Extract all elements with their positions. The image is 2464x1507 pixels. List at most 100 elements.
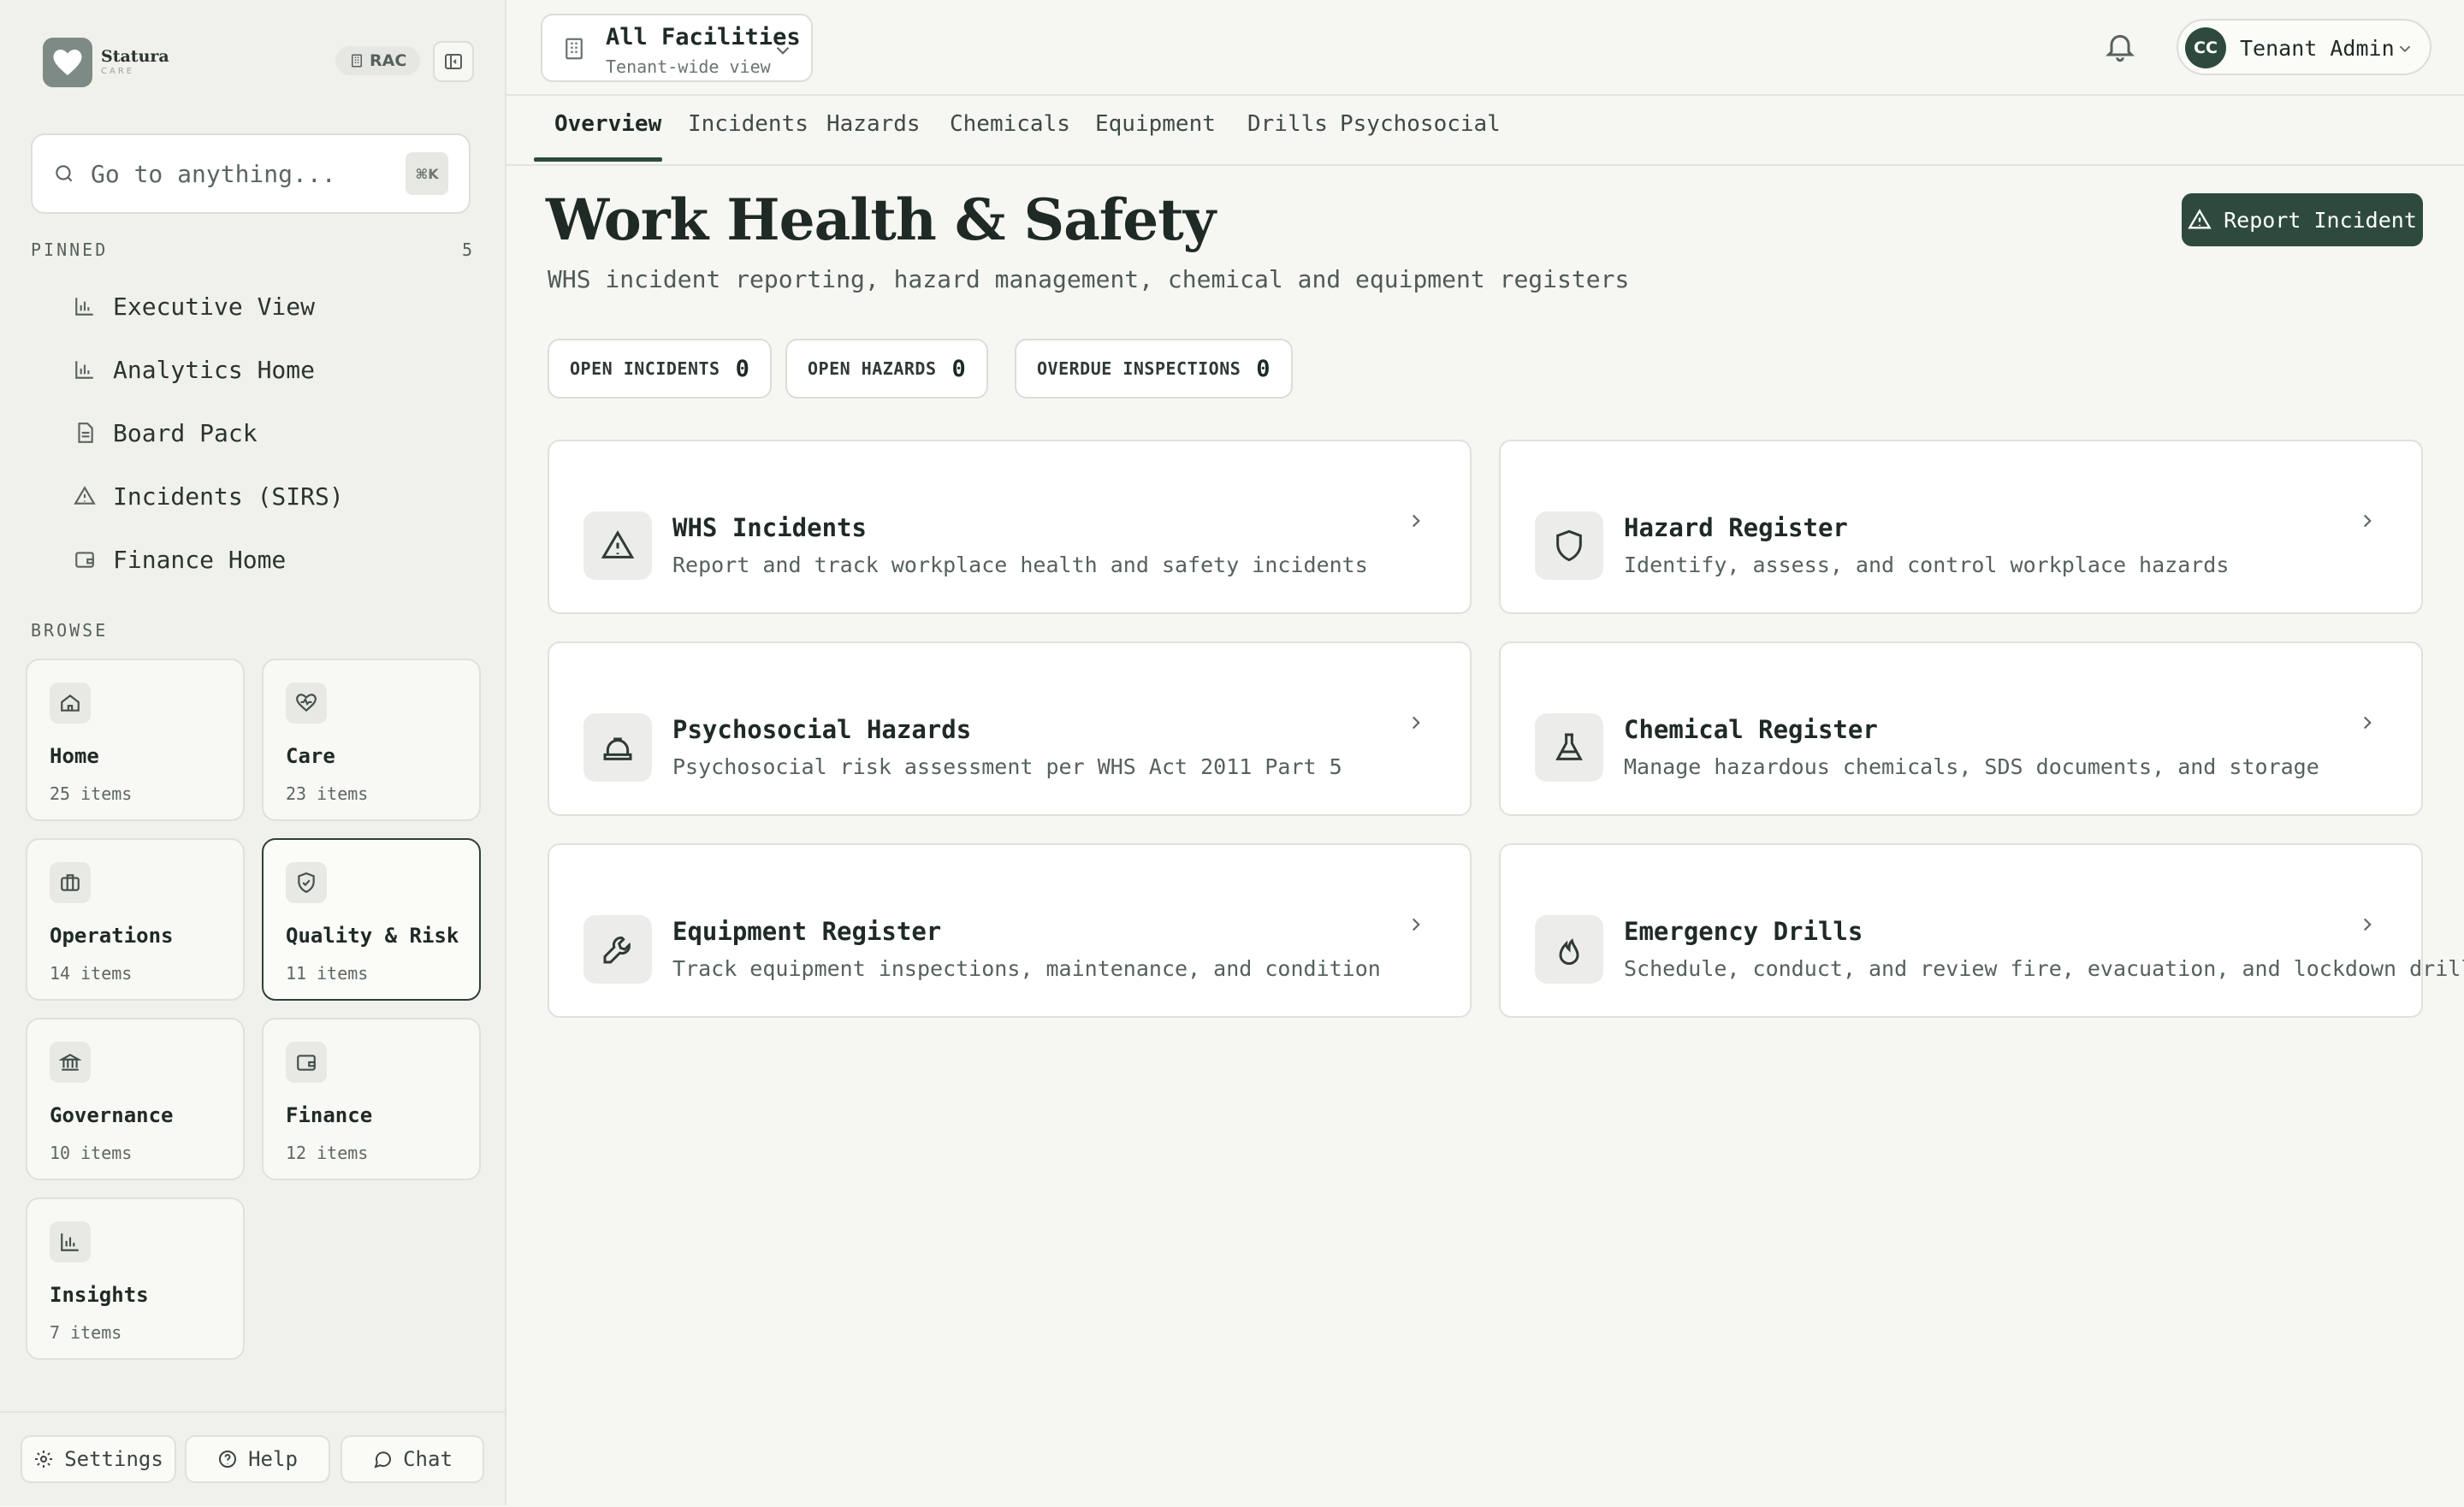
chevron-right-icon [1412, 918, 1420, 931]
chevron-right-icon [2363, 918, 2372, 931]
card-description: Track equipment inspections, maintenance… [672, 956, 1381, 981]
report-incident-button[interactable]: Report Incident [2182, 193, 2423, 246]
chevron-right-icon [1412, 716, 1420, 730]
wallet-icon [297, 1055, 316, 1071]
tile-title: Insights [50, 1283, 149, 1307]
tab-psychosocial[interactable]: Psychosocial [1340, 111, 1501, 163]
tab-chemicals[interactable]: Chemicals [950, 111, 1070, 163]
page-subtitle: WHS incident reporting, hazard managemen… [548, 265, 1630, 293]
pinned-item-executive-view[interactable]: Executive View [74, 285, 315, 328]
card-title: Emergency Drills [1624, 917, 1863, 946]
browse-section-label: BROWSE [31, 620, 109, 641]
browse-tile-finance[interactable]: Finance 12 items [262, 1018, 481, 1180]
warning-icon [601, 530, 635, 558]
chat-bubble-icon [374, 1451, 392, 1469]
help-button[interactable]: Help [185, 1435, 330, 1483]
pinned-item-label: Incidents (SIRS) [113, 482, 344, 511]
search-icon [56, 165, 73, 182]
report-incident-label: Report Incident [2224, 207, 2417, 233]
bank-icon [59, 1054, 81, 1071]
browse-tile-care[interactable]: Care 23 items [262, 659, 481, 821]
browse-tile-operations[interactable]: Operations 14 items [26, 838, 245, 1001]
chevron-right-icon [1412, 514, 1420, 528]
stat-label: OVERDUE INSPECTIONS [1037, 358, 1241, 379]
page-title: Work Health & Safety [546, 186, 1216, 253]
browse-tile-quality-risk[interactable]: Quality & Risk 11 items [262, 838, 481, 1001]
search-shortcut: ⌘K [406, 152, 448, 195]
card-whs-incidents[interactable]: WHS Incidents Report and track workplace… [548, 440, 1472, 614]
org-badge-label: RAC [370, 51, 407, 70]
tab-drills[interactable]: Drills [1247, 111, 1328, 163]
card-equipment-register[interactable]: Equipment Register Track equipment inspe… [548, 843, 1472, 1018]
org-badge[interactable]: RAC [335, 46, 421, 75]
tab-equipment[interactable]: Equipment [1095, 111, 1216, 163]
brand-logo[interactable]: Statura CARE [43, 38, 169, 87]
user-name: Tenant Admin [2240, 36, 2395, 61]
card-title: WHS Incidents [672, 513, 867, 542]
user-menu[interactable]: CC Tenant Admin [2177, 19, 2431, 75]
tile-title: Operations [50, 924, 174, 948]
chevron-right-icon [2363, 514, 2372, 528]
facility-selector[interactable]: All Facilities Tenant-wide view [541, 14, 813, 82]
chevron-down-icon [776, 46, 790, 55]
pinned-item-label: Finance Home [113, 545, 287, 574]
tab-hazards[interactable]: Hazards [826, 111, 921, 163]
card-chemical-register[interactable]: Chemical Register Manage hazardous chemi… [1499, 641, 2423, 816]
warning-icon [2188, 209, 2212, 229]
pinned-item-analytics-home[interactable]: Analytics Home [74, 348, 315, 391]
wrench-icon [603, 937, 631, 964]
stat-open-incidents: OPEN INCIDENTS 0 [548, 339, 772, 399]
active-tab-indicator [534, 157, 662, 162]
settings-button[interactable]: Settings [21, 1435, 176, 1483]
tab-bar: Overview Incidents Hazards Chemicals Equ… [506, 96, 2464, 166]
stat-value: 0 [735, 355, 749, 382]
browse-tile-insights[interactable]: Insights 7 items [26, 1197, 245, 1360]
tile-title: Quality & Risk [286, 924, 459, 948]
top-bar: All Facilities Tenant-wide view CC Tenan… [506, 0, 2464, 96]
card-title: Hazard Register [1624, 513, 1848, 542]
tile-title: Governance [50, 1103, 174, 1127]
tile-count: 25 items [50, 783, 133, 804]
tab-incidents[interactable]: Incidents [688, 111, 808, 163]
sidebar-footer: Settings Help Chat [0, 1411, 505, 1507]
heart-pulse-icon [296, 694, 317, 712]
collapse-sidebar-button[interactable] [433, 41, 474, 82]
hard-hat-icon [603, 737, 632, 760]
pinned-item-label: Analytics Home [113, 355, 316, 384]
browse-tile-home[interactable]: Home 25 items [26, 659, 245, 821]
card-psychosocial-hazards[interactable]: Psychosocial Hazards Psychosocial risk a… [548, 641, 1472, 816]
brand-name: Statura [101, 47, 169, 66]
browse-tile-governance[interactable]: Governance 10 items [26, 1018, 245, 1180]
search-placeholder: Go to anything... [91, 159, 336, 188]
pinned-item-incidents-sirs[interactable]: Incidents (SIRS) [74, 475, 344, 517]
document-icon [78, 423, 93, 443]
card-hazard-register[interactable]: Hazard Register Identify, assess, and co… [1499, 440, 2423, 614]
shield-icon [1556, 529, 1582, 562]
pinned-count: 5 [462, 239, 473, 260]
stat-label: OPEN HAZARDS [808, 358, 937, 379]
pinned-item-board-pack[interactable]: Board Pack [74, 411, 258, 454]
card-description: Identify, assess, and control workplace … [1624, 553, 2230, 577]
stat-label: OPEN INCIDENTS [570, 358, 720, 379]
card-title: Psychosocial Hazards [672, 715, 972, 744]
notifications-button[interactable] [2103, 29, 2137, 67]
tile-count: 11 items [286, 963, 369, 984]
card-emergency-drills[interactable]: Emergency Drills Schedule, conduct, and … [1499, 843, 2464, 1018]
building-icon [566, 38, 583, 60]
tab-overview[interactable]: Overview [554, 111, 661, 163]
tile-count: 7 items [50, 1322, 122, 1343]
card-description: Psychosocial risk assessment per WHS Act… [672, 754, 1342, 779]
sidebar: Statura CARE RAC Go to anything... ⌘K PI… [0, 0, 506, 1505]
tile-count: 14 items [50, 963, 133, 984]
chevron-right-icon [2363, 716, 2372, 730]
help-circle-icon [219, 1451, 237, 1468]
pinned-item-finance-home[interactable]: Finance Home [74, 538, 286, 581]
tile-count: 10 items [50, 1143, 133, 1163]
pinned-section-label: PINNED [31, 239, 109, 260]
chat-button[interactable]: Chat [341, 1435, 484, 1483]
brand-subtitle: CARE [101, 67, 135, 76]
bar-chart-icon [75, 298, 93, 316]
stat-overdue-inspections: OVERDUE INSPECTIONS 0 [1015, 339, 1293, 399]
tile-title: Home [50, 744, 99, 768]
search-input[interactable]: Go to anything... ⌘K [31, 133, 471, 214]
